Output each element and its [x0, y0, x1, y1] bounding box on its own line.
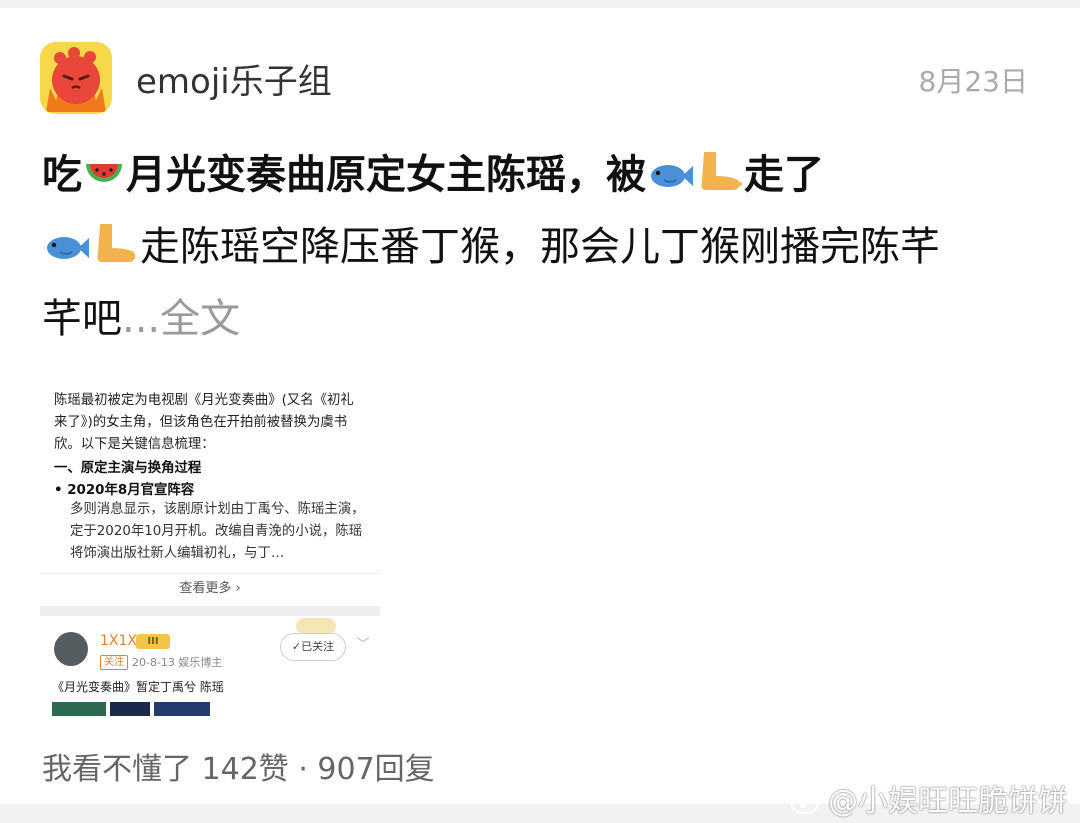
- post-text-bold-3: 走了: [744, 152, 824, 198]
- shot-user-post: 《月光变奏曲》暂定丁禹兮 陈瑶: [52, 680, 224, 694]
- shot-intro-text: 陈瑶最初被定为电视剧《月光变奏曲》(又名《初礼来了》)的女主角，但该角色在开拍前…: [54, 393, 354, 452]
- weibo-logo-icon: [790, 787, 824, 823]
- author-avatar[interactable]: [40, 42, 112, 114]
- post-text-line-3: 芊吧: [42, 296, 122, 342]
- author-name[interactable]: emoji乐子组: [136, 54, 332, 103]
- post-footer[interactable]: 我看不懂了 142赞 · 907回复: [42, 744, 435, 788]
- sticker-decoration: [296, 618, 336, 634]
- thumbnail-image[interactable]: [52, 702, 106, 716]
- crown-badge-icon: III: [136, 634, 170, 649]
- chevron-down-icon[interactable]: ﹀: [356, 634, 370, 654]
- shot-user-avatar[interactable]: [54, 632, 88, 666]
- shot-thumbnails[interactable]: [52, 702, 212, 716]
- watermark: @小娱旺旺脆饼饼: [790, 776, 1068, 823]
- post-card[interactable]: emoji乐子组 8月23日 吃月光变奏曲原定女主陈瑶，被 走了 走陈瑶空降压番丁…: [0, 8, 1080, 804]
- post-text-bold-1: 吃: [42, 152, 82, 198]
- shot-bullet: • 2020年8月官宣阵容: [54, 483, 195, 498]
- post-text-line-2: 走陈瑶空降压番丁猴，那会儿丁猴刚播完陈芊: [140, 224, 940, 270]
- read-more-link[interactable]: ...全文: [122, 296, 240, 342]
- foot-icon: [694, 148, 744, 214]
- fish-icon: [646, 148, 694, 214]
- thumbnail-image[interactable]: [154, 702, 210, 716]
- shot-divider: [40, 606, 380, 616]
- foot-icon-2: [90, 220, 140, 286]
- fish-icon-2: [42, 220, 90, 286]
- shot-follow-tag: 关注: [100, 655, 128, 670]
- shot-view-more[interactable]: 查看更多 ›: [40, 573, 380, 604]
- shot-heading: 一、原定主演与换角过程: [54, 461, 202, 476]
- post-text-bold-2: 月光变奏曲原定女主陈瑶，被: [126, 152, 646, 198]
- post-date: 8月23日: [918, 65, 1028, 98]
- shot-followed-button[interactable]: ✓已关注: [280, 633, 346, 661]
- watermark-text: @小娱旺旺脆饼饼: [828, 784, 1068, 819]
- embedded-screenshot[interactable]: 陈瑶最初被定为电视剧《月光变奏曲》(又名《初礼来了》)的女主角，但该角色在开拍前…: [40, 368, 380, 716]
- shot-user-name[interactable]: 1X1X: [100, 633, 137, 649]
- post-text: 吃月光变奏曲原定女主陈瑶，被 走了 走陈瑶空降压番丁猴，那会儿丁猴刚播完陈芊 芊吧…: [42, 142, 1042, 352]
- shot-paragraph: 多则消息显示，该剧原计划由丁禹兮、陈瑶主演，定于2020年10月开机。改编自青浼…: [70, 502, 365, 561]
- thumbnail-image[interactable]: [110, 702, 150, 716]
- watermelon-icon: [82, 148, 126, 214]
- shot-user-meta: 20-8-13 娱乐博主: [132, 656, 223, 669]
